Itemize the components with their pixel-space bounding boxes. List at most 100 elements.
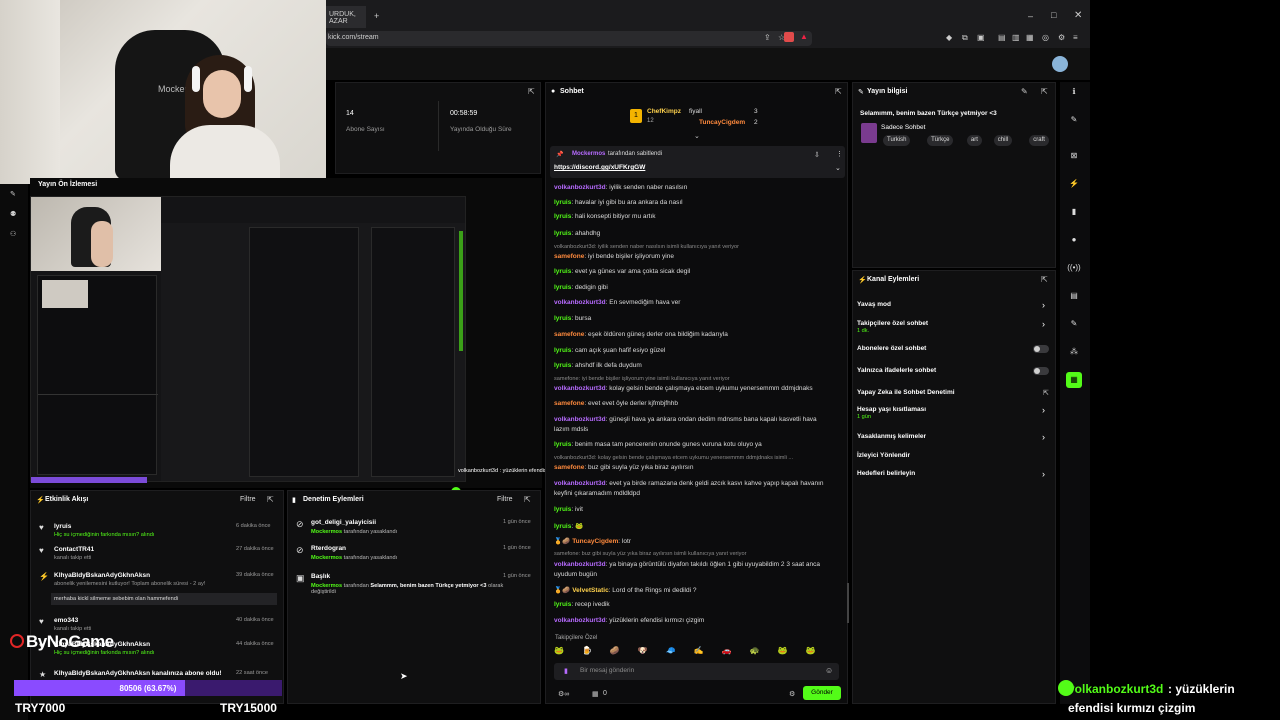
pinned-expand-icon[interactable]: ⌄ bbox=[835, 164, 841, 172]
chat-rail-icon[interactable]: ● bbox=[1066, 232, 1082, 248]
popout-icon[interactable]: ⇱ bbox=[528, 87, 535, 96]
pinned-by[interactable]: Mockermos bbox=[572, 151, 605, 157]
channel-action-label[interactable]: Takipçilere özel sohbet bbox=[857, 320, 928, 327]
bolt-rail-icon[interactable]: ⚡ bbox=[1066, 176, 1082, 192]
chat-username[interactable]: lyruis bbox=[554, 347, 571, 354]
chat-gear-icon[interactable]: ⚙ bbox=[789, 690, 795, 698]
top-gifter-2[interactable]: fiyall bbox=[689, 108, 702, 115]
chat-username[interactable]: lyruis bbox=[554, 230, 571, 237]
user-shield-icon[interactable]: ⚇ bbox=[10, 230, 16, 238]
info-icon[interactable]: ℹ bbox=[1066, 84, 1082, 100]
chat-username[interactable]: lyruis bbox=[554, 601, 571, 608]
activity-user[interactable]: emo343 bbox=[54, 617, 78, 624]
broadcast-icon[interactable]: ((•)) bbox=[1066, 260, 1082, 276]
shield-rail-icon[interactable]: ▮ bbox=[1066, 204, 1082, 220]
channel-action-label[interactable]: İzleyici Yönlendir bbox=[857, 452, 910, 459]
chat-username[interactable]: volkanbozkurt3d bbox=[554, 617, 606, 624]
channel-action-label[interactable]: Hedefleri belirleyin bbox=[857, 470, 915, 477]
avatar[interactable] bbox=[1052, 56, 1068, 72]
stream-info-popout-icon[interactable]: ⇱ bbox=[1041, 87, 1048, 96]
collapse-icon[interactable]: ⌄ bbox=[694, 132, 700, 140]
stream-tag[interactable]: Turkish bbox=[883, 135, 911, 146]
chevron-right-icon[interactable]: › bbox=[1042, 319, 1045, 329]
chat-scrollbar[interactable] bbox=[847, 583, 849, 623]
chat-username[interactable]: lyruis bbox=[554, 199, 571, 206]
chat-username[interactable]: lyruis bbox=[554, 441, 571, 448]
camera-icon[interactable]: ▣ bbox=[977, 33, 985, 42]
pinned-link[interactable]: https://discord.gg/xUFKrgGW bbox=[554, 164, 645, 171]
address-bar[interactable]: kick.com/stream bbox=[326, 31, 812, 46]
activity-user[interactable]: ContactTR41 bbox=[54, 546, 94, 553]
settings-icon[interactable]: ⚙ bbox=[1058, 33, 1065, 42]
external-link-icon[interactable]: ⇱ bbox=[1043, 389, 1049, 397]
chat-username[interactable]: volkanbozkurt3d bbox=[554, 184, 606, 191]
chevron-right-icon[interactable]: › bbox=[1042, 469, 1045, 479]
chat-username[interactable]: volkanbozkurt3d bbox=[554, 385, 606, 392]
emoji-icon[interactable]: ☺ bbox=[825, 666, 833, 675]
mic-icon[interactable]: ▮ bbox=[564, 667, 568, 675]
edit-stream-icon[interactable]: ✎ bbox=[1021, 87, 1028, 96]
activity-user[interactable]: KlhyaBldyBskanAdyGkhnAksn kanalınıza abo… bbox=[54, 670, 222, 677]
chat-username[interactable]: volkanbozkurt3d bbox=[554, 299, 606, 306]
channel-action-label[interactable]: Yavaş mod bbox=[857, 301, 891, 308]
edit-icon[interactable]: ✎ bbox=[1066, 112, 1082, 128]
channel-action-label[interactable]: Yalnızca ifadelerle sohbet bbox=[857, 367, 936, 374]
minimize-icon[interactable]: – bbox=[1028, 11, 1033, 21]
chat-username[interactable]: lyruis bbox=[554, 523, 571, 530]
moderation-actor[interactable]: Mockermos bbox=[311, 529, 342, 535]
chat-username[interactable]: samefone bbox=[554, 331, 584, 338]
chat-username[interactable]: TuncayCigdem bbox=[572, 538, 618, 545]
toggle-switch[interactable] bbox=[1033, 367, 1049, 375]
chat-username[interactable]: lyruis bbox=[554, 362, 571, 369]
stream-tag[interactable]: craft bbox=[1029, 135, 1049, 146]
chat-username[interactable]: lyruis bbox=[554, 506, 571, 513]
brave-shield-icon[interactable] bbox=[784, 32, 794, 42]
send-button[interactable]: Gönder bbox=[803, 686, 841, 700]
chat-username[interactable]: volkanbozkurt3d bbox=[554, 480, 606, 487]
pencil-icon[interactable]: ✎ bbox=[10, 190, 16, 198]
activity-filter[interactable]: Filtre bbox=[240, 496, 256, 503]
layout-icon[interactable]: ▦ bbox=[1066, 372, 1082, 388]
chat-username[interactable]: samefone bbox=[554, 400, 584, 407]
moderation-target[interactable]: Başlık bbox=[311, 573, 330, 580]
channel-action-label[interactable]: Yasaklanmış kelimeler bbox=[857, 433, 926, 440]
person-icon[interactable]: ⚉ bbox=[10, 210, 16, 218]
chat-username[interactable]: lyruis bbox=[554, 284, 571, 291]
moderation-actor[interactable]: Mockermos bbox=[311, 583, 342, 589]
chat-username[interactable]: volkanbozkurt3d bbox=[554, 561, 606, 568]
chat-username[interactable]: lyruis bbox=[554, 315, 571, 322]
chat-username[interactable]: samefone bbox=[554, 464, 584, 471]
chat-username[interactable]: lyruis bbox=[554, 213, 571, 220]
vpn-icon[interactable]: ◎ bbox=[1042, 33, 1049, 42]
plugins-icon[interactable]: ⁂ bbox=[1066, 344, 1082, 360]
moderation-filter[interactable]: Filtre bbox=[497, 496, 513, 503]
activity-user[interactable]: lyruis bbox=[54, 523, 71, 530]
chat-username[interactable]: VelvetStatic bbox=[572, 587, 609, 594]
stream-tag[interactable]: chill bbox=[993, 135, 1013, 146]
activity-popout-icon[interactable]: ⇱ bbox=[267, 495, 274, 504]
close-window-icon[interactable]: ✕ bbox=[1074, 10, 1082, 21]
moderation-popout-icon[interactable]: ⇱ bbox=[524, 495, 531, 504]
extension-icon[interactable]: ◆ bbox=[946, 33, 952, 42]
stream-tag[interactable]: Türkçe bbox=[927, 135, 954, 146]
share-icon[interactable]: ⇪ bbox=[764, 33, 771, 42]
list-icon[interactable]: ▤ bbox=[1066, 288, 1082, 304]
chat-username[interactable]: samefone bbox=[554, 253, 584, 260]
chevron-right-icon[interactable]: › bbox=[1042, 300, 1045, 310]
channel-action-label[interactable]: Abonelere özel sohbet bbox=[857, 345, 926, 352]
preview-video[interactable] bbox=[30, 196, 466, 497]
moderation-actor[interactable]: Mockermos bbox=[311, 555, 342, 561]
sidebar-toggle-icon[interactable]: ▤ bbox=[998, 33, 1006, 42]
rewards-icon[interactable]: ▲ bbox=[800, 32, 808, 41]
activity-user[interactable]: KlhyaBldyBskanAdyGkhnAksn bbox=[54, 572, 150, 579]
channel-action-label[interactable]: Yapay Zeka ile Sohbet Denetimi bbox=[857, 389, 955, 396]
chat-input[interactable]: ▮ Bir mesaj gönderin ☺ bbox=[554, 663, 839, 680]
browser-tab[interactable]: URDUK, AZAR bbox=[326, 6, 366, 28]
chat-settings-icon[interactable]: ⚙∞ bbox=[558, 690, 569, 698]
grid-icon[interactable]: ⊠ bbox=[1066, 148, 1082, 164]
chevron-right-icon[interactable]: › bbox=[1042, 405, 1045, 415]
chat-popout-icon[interactable]: ⇱ bbox=[835, 87, 842, 96]
pinned-more-icon[interactable]: ⋮ bbox=[836, 150, 843, 158]
tabs-icon[interactable]: ▥ bbox=[1012, 33, 1020, 42]
chevron-right-icon[interactable]: › bbox=[1042, 432, 1045, 442]
